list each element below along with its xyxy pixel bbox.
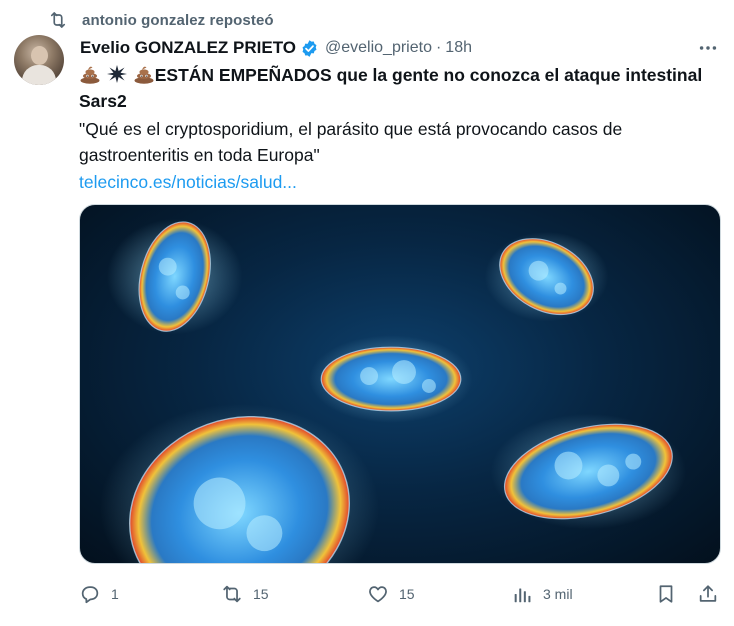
repost-icon: [48, 10, 68, 30]
views-icon: [514, 588, 531, 603]
like-icon: [369, 586, 387, 603]
explosion-emoji: [106, 64, 128, 84]
post-body: ESTÁN EMPEÑADOS que la gente no conozca …: [79, 62, 719, 195]
repost-text: antonio gonzalez reposteó: [82, 11, 274, 29]
post-header: Evelio GONZALEZ PRIETO @evelio_prieto · …: [80, 36, 472, 60]
repost-context[interactable]: antonio gonzalez reposteó: [48, 9, 274, 31]
parasites-illustration: [99, 218, 687, 563]
separator-dot: ·: [435, 39, 442, 56]
like-count: 15: [399, 586, 415, 602]
views-count: 3 mil: [543, 586, 573, 602]
headline-text: ESTÁN EMPEÑADOS que la gente no conozca …: [79, 65, 703, 111]
post-image[interactable]: [79, 204, 721, 564]
poop-emoji: [133, 64, 155, 84]
post-headline: ESTÁN EMPEÑADOS que la gente no conozca …: [79, 62, 719, 114]
share-icon: [699, 585, 717, 602]
repost-button[interactable]: 15: [221, 580, 269, 608]
reply-count: 1: [111, 586, 119, 602]
share-button[interactable]: [697, 580, 719, 608]
poop-emoji: [79, 64, 101, 84]
verified-icon: [300, 39, 319, 58]
author-handle[interactable]: @evelio_prieto: [325, 39, 432, 57]
post-link[interactable]: telecinco.es/noticias/salud...: [79, 169, 719, 195]
action-bar: 1 15 15 3 mil: [79, 580, 724, 608]
post-time[interactable]: 18h: [445, 39, 472, 57]
post-quote: "Qué es el cryptosporidium, el parásito …: [79, 119, 623, 165]
views-button[interactable]: 3 mil: [511, 580, 573, 608]
reply-icon: [81, 586, 99, 604]
author-name[interactable]: Evelio GONZALEZ PRIETO: [80, 38, 296, 58]
avatar[interactable]: [14, 35, 64, 85]
bookmark-icon: [659, 585, 673, 603]
reply-button[interactable]: 1: [79, 580, 119, 608]
more-icon[interactable]: [696, 38, 720, 58]
bookmark-button[interactable]: [655, 580, 677, 608]
repost-icon: [223, 585, 241, 603]
repost-count: 15: [253, 586, 269, 602]
like-button[interactable]: 15: [367, 580, 415, 608]
